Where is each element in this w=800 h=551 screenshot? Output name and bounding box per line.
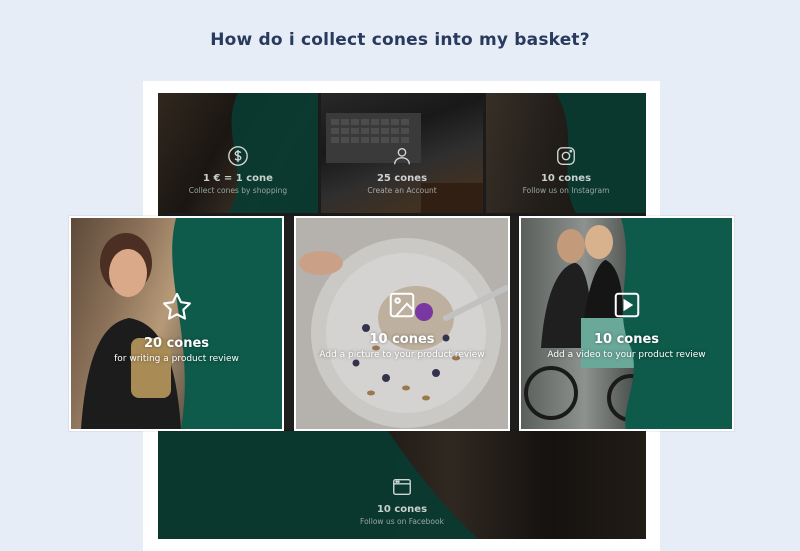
card-product-video[interactable]: 10 cones Add a video to your product rev… <box>519 216 734 431</box>
tile-description: Follow us on Instagram <box>522 186 610 195</box>
tile-shopping: 1 € = 1 cone Collect cones by shopping <box>158 93 318 213</box>
card-amount: 10 cones <box>593 332 660 347</box>
card-description: Add a video to your product review <box>547 350 706 360</box>
play-icon <box>614 292 639 318</box>
tile-amount: 10 cones <box>540 173 592 184</box>
card-product-picture[interactable]: 10 cones Add a picture to your product r… <box>294 216 510 431</box>
page-title: How do i collect cones into my basket? <box>210 30 590 50</box>
card-amount: 10 cones <box>369 332 435 347</box>
tile-amount: 25 cones <box>376 173 428 184</box>
tile-description: Collect cones by shopping <box>188 186 288 195</box>
tile-description: Create an Account <box>367 186 437 195</box>
user-icon <box>393 147 411 165</box>
card-description: for writing a product review <box>114 354 239 364</box>
tile-instagram: 10 cones Follow us on Instagram <box>486 93 646 213</box>
star-icon <box>162 292 191 320</box>
instagram-icon <box>557 147 575 165</box>
card-description: Add a picture to your product review <box>319 350 485 360</box>
card-product-review[interactable]: 20 cones for writing a product review <box>69 216 284 431</box>
dollar-circle-icon <box>228 146 248 166</box>
tile-account: 25 cones Create an Account <box>321 93 483 213</box>
tile-description: Follow us on Facebook <box>360 517 444 526</box>
image-icon <box>389 292 415 318</box>
tile-amount: 1 € = 1 cone <box>203 173 273 184</box>
card-amount: 20 cones <box>143 336 210 351</box>
tile-facebook: 10 cones Follow us on Facebook <box>158 431 646 539</box>
tile-amount: 10 cones <box>376 504 428 515</box>
facebook-window-icon <box>393 478 411 496</box>
